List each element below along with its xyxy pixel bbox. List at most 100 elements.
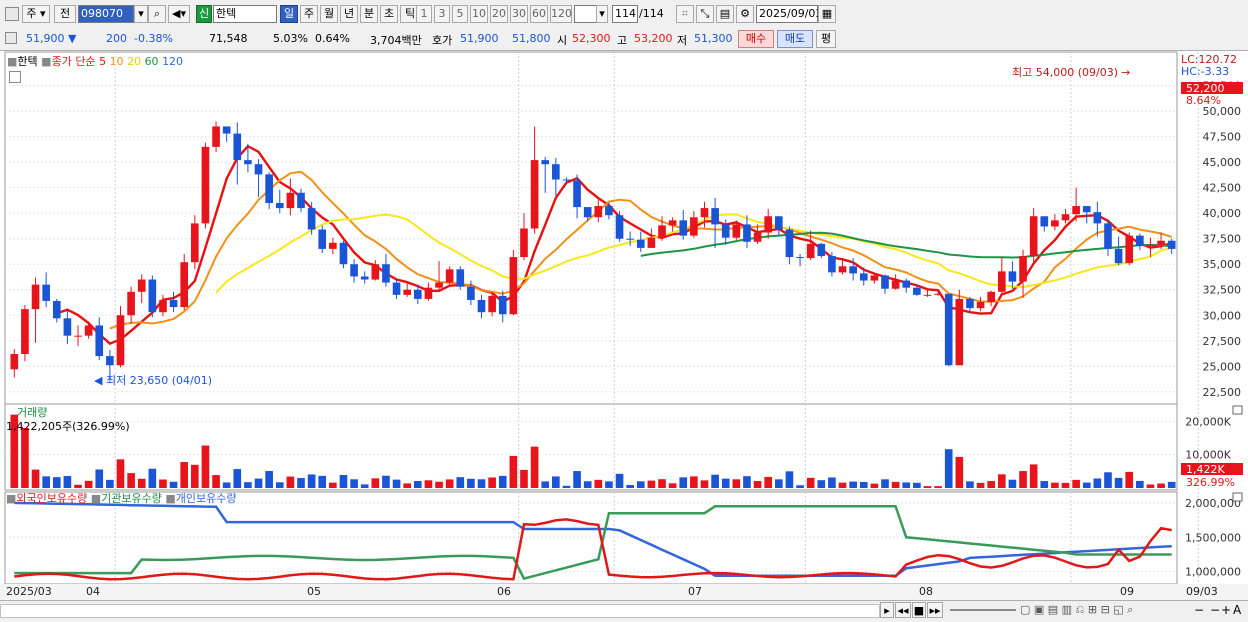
interval-60[interactable]: 60	[530, 5, 548, 23]
date-input[interactable]: 2025/09/03	[756, 5, 822, 23]
plus-icon[interactable]: +	[1221, 603, 1231, 617]
candle	[212, 121, 220, 152]
x-end-label: 09/03	[1186, 585, 1218, 598]
volume-bar	[668, 483, 677, 488]
interval-1[interactable]: 1	[416, 5, 432, 23]
candle	[1040, 216, 1049, 232]
forward-icon[interactable]: ▸▸	[927, 602, 943, 618]
x-tick-label: 04	[86, 585, 100, 598]
quote-bar: 51,900 ▼ 200 -0.38% 71,548 5.03% 0.64% 3…	[0, 28, 1248, 51]
interval-30[interactable]: 30	[510, 5, 528, 23]
volume-bar	[445, 479, 454, 488]
sell-button[interactable]: 매도	[777, 30, 813, 48]
tab-week[interactable]: 주	[300, 5, 318, 23]
volume-tick: 20,000K	[1185, 415, 1231, 428]
gear-icon[interactable]: ⚙	[736, 5, 754, 23]
volume-bar	[127, 473, 135, 488]
volume-bar	[222, 482, 231, 488]
scroll-toolbar: ▸ ◂◂ ■ ▸▸ ▢ ▣ ▤ ▥ ⎌ ⊞ ⊟ ◱ ⌕ − − + A	[0, 600, 1248, 622]
candle	[31, 277, 40, 343]
volume-bar	[552, 476, 560, 488]
buy-button[interactable]: 매수	[738, 30, 774, 48]
price-tick: 25,000	[1203, 360, 1242, 373]
candle	[201, 142, 210, 229]
scroll-right-icon[interactable]: ▸	[880, 602, 894, 618]
candle	[1136, 233, 1144, 250]
speaker-icon[interactable]: ◀▾	[168, 5, 190, 23]
candle	[180, 254, 189, 311]
x-tick-label: 09	[1120, 585, 1134, 598]
candle	[74, 325, 82, 346]
volume-bar	[488, 477, 496, 488]
volume-bar	[1082, 482, 1091, 488]
tab-day[interactable]: 일	[280, 5, 298, 23]
zoom-slider[interactable]	[950, 609, 1016, 611]
prev-button[interactable]: 전	[54, 5, 76, 23]
window-icon[interactable]	[5, 7, 19, 21]
stock-code-input[interactable]: 098070	[78, 5, 134, 23]
price-tick: 27,500	[1203, 335, 1242, 348]
zoom-icon[interactable]: ⌗	[676, 5, 694, 23]
candle	[275, 189, 284, 214]
hoga-label: 호가	[432, 34, 453, 47]
interval-20[interactable]: 20	[490, 5, 508, 23]
stock-name-field[interactable]: 한텍	[213, 5, 277, 23]
individual-holdings-line	[14, 501, 1172, 578]
candle	[233, 122, 242, 185]
mode-select[interactable]: 주 ▾	[22, 5, 50, 23]
interval-dropdown-icon[interactable]: ▾	[596, 5, 608, 23]
stock-chart: 52,50050,00047,50045,00042,50040,00037,5…	[0, 51, 1248, 600]
font-size-icon[interactable]: A	[1233, 603, 1241, 617]
volume-bar	[562, 485, 571, 488]
code-dropdown-icon[interactable]: ▾	[134, 5, 148, 23]
interval-10[interactable]: 10	[470, 5, 488, 23]
tab-year[interactable]: 년	[340, 5, 358, 23]
volume-bar	[774, 479, 783, 488]
horizontal-scrollbar[interactable]	[0, 604, 880, 618]
zoom-out-icon[interactable]: −	[1194, 603, 1204, 617]
volume-bar	[371, 478, 380, 488]
draw-icon[interactable]: ⤡	[696, 5, 714, 23]
interval-5[interactable]: 5	[452, 5, 468, 23]
interval-120[interactable]: 120	[550, 5, 572, 23]
rewind-icon[interactable]: ◂◂	[895, 602, 911, 618]
volume-close-icon[interactable]	[1232, 405, 1243, 415]
candle	[615, 211, 624, 242]
stop-icon[interactable]: ■	[912, 602, 926, 618]
x-tick-label: 05	[307, 585, 321, 598]
volume-bar	[743, 476, 751, 488]
candle	[944, 293, 953, 367]
eval-button[interactable]: 평	[816, 30, 836, 48]
volume-bar	[849, 481, 857, 488]
tool-icons[interactable]: ▢ ▣ ▤ ▥ ⎌ ⊞ ⊟ ◱ ⌕	[1020, 603, 1133, 617]
calendar-icon[interactable]: ▦	[818, 5, 836, 23]
volume-bar	[976, 482, 985, 488]
minus-icon[interactable]: −	[1210, 603, 1220, 617]
save-icon[interactable]: ▤	[716, 5, 734, 23]
candle	[520, 213, 528, 261]
candle	[254, 159, 263, 197]
volume-bar	[636, 481, 645, 488]
holdings-tick: 1,500,000	[1185, 531, 1241, 544]
volume-bar	[923, 486, 932, 488]
volume-bar	[360, 484, 369, 488]
count-input[interactable]: 114	[612, 5, 638, 23]
price-tick: 40,000	[1203, 207, 1242, 220]
candle	[509, 249, 518, 316]
volume-bar	[467, 478, 475, 488]
volume-bar	[1146, 484, 1155, 488]
interval-3[interactable]: 3	[434, 5, 450, 23]
current-price: 51,900 ▼	[26, 32, 77, 45]
low-price: 51,300	[694, 32, 733, 45]
candle	[350, 259, 358, 283]
candle	[987, 290, 996, 307]
tab-minute[interactable]: 분	[360, 5, 378, 23]
search-icon[interactable]: ⌕	[148, 5, 166, 23]
tab-month[interactable]: 월	[320, 5, 338, 23]
expand-icon[interactable]	[5, 32, 17, 44]
volume-bar	[594, 479, 603, 488]
tab-second[interactable]: 초	[380, 5, 398, 23]
holdings-close-icon[interactable]	[1232, 492, 1243, 502]
candle	[42, 272, 50, 308]
volume-bars	[10, 414, 1176, 488]
